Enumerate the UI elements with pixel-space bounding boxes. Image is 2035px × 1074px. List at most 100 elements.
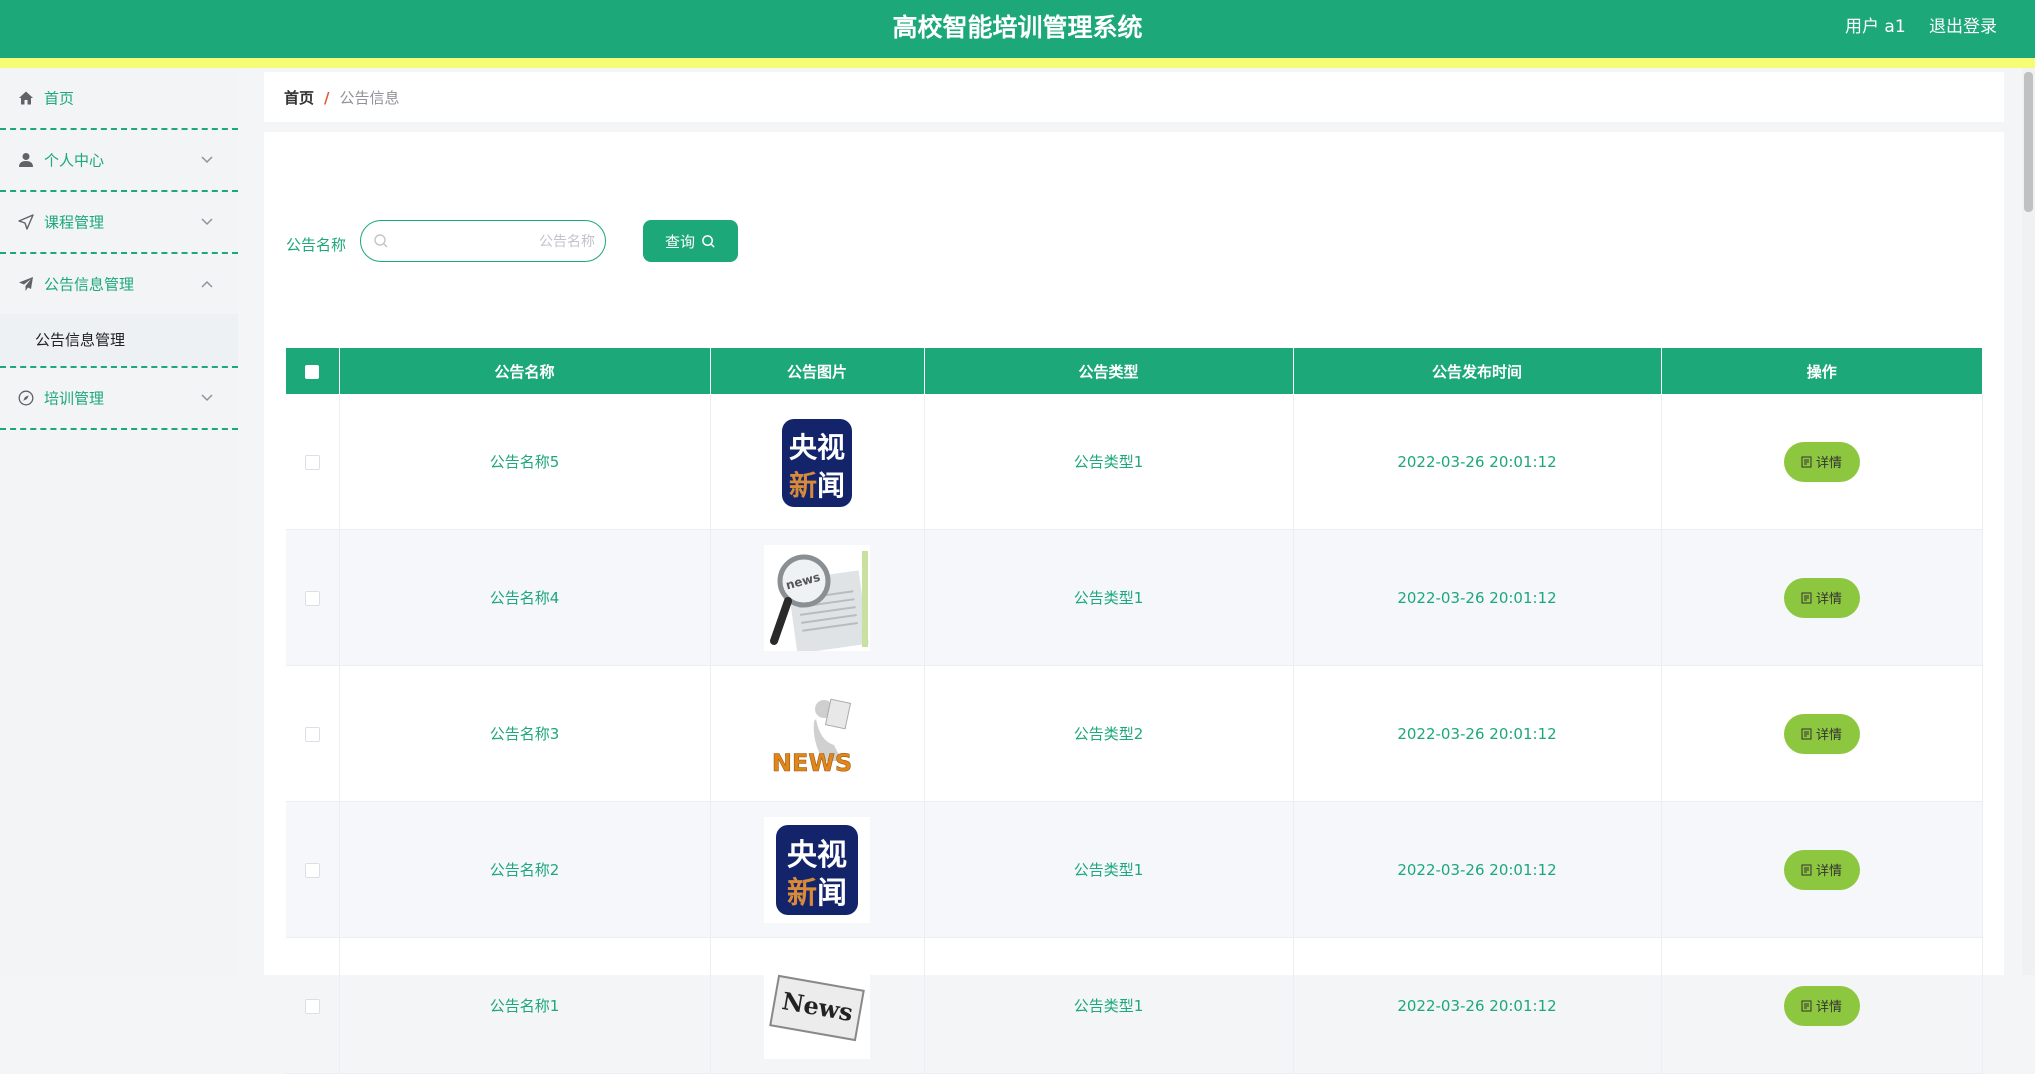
sidebar-item-label: 首页 [44,89,75,108]
action-cell: 详情 [1661,937,1983,1074]
row-select-cell [286,801,340,938]
navigation-icon [17,213,35,231]
detail-button[interactable]: 详情 [1783,849,1860,890]
notice-time-cell: 2022-03-26 20:01:12 [1293,529,1662,666]
notice-image-cell: 央视 新闻 [710,801,925,938]
action-cell: 详情 [1661,801,1983,938]
breadcrumb-home[interactable]: 首页 [284,89,314,107]
logo-text: 央视 [787,838,847,873]
sidebar-item-label: 培训管理 [44,389,105,408]
notice-time-cell: 2022-03-26 20:01:12 [1293,394,1662,530]
table-row: 公告名称5 央视 新闻 公告类型1 2022-03-26 20:01:12 详情 [286,394,1983,530]
detail-button-label: 详情 [1815,864,1842,879]
sidebar-item-label: 公告信息管理 [44,275,135,294]
query-button[interactable]: 查询 [643,220,738,262]
action-cell: 详情 [1661,665,1983,802]
notice-image-cell: news [710,529,925,666]
breadcrumb: 首页 / 公告信息 [284,87,400,108]
select-all-checkbox[interactable] [305,364,320,379]
sidebar-item-label: 个人中心 [44,151,105,170]
column-header: 公告发布时间 [1293,348,1662,394]
notice-name-cell: 公告名称1 [339,937,711,1074]
notice-name-cell: 公告名称4 [339,529,711,666]
page-scrollbar[interactable] [2022,68,2035,975]
chevron-down-icon [200,215,214,229]
detail-button-label: 详情 [1815,456,1842,471]
sidebar-item-home[interactable]: 首页 [0,68,238,130]
detail-button[interactable]: 详情 [1783,577,1860,618]
document-icon [1801,456,1812,467]
search-input[interactable] [393,229,597,255]
logo-text: 新闻 [787,876,847,911]
scrollbar-thumb[interactable] [2024,72,2033,212]
notice-time-cell: 2022-03-26 20:01:12 [1293,937,1662,1074]
notice-time-cell: 2022-03-26 20:01:12 [1293,665,1662,802]
notice-name-cell: 公告名称2 [339,801,711,938]
select-all-cell [286,348,340,394]
detail-button-label: 详情 [1815,592,1842,607]
detail-button[interactable]: 详情 [1783,713,1860,754]
search-label: 公告名称 [286,236,347,254]
news-paper-image: News [764,952,870,1059]
cctv-news-logo-image: 央视 新闻 [764,816,870,923]
document-icon [1801,728,1812,739]
compass-icon [17,389,35,407]
notice-name-cell: 公告名称3 [339,665,711,802]
row-select-cell [286,394,340,530]
detail-button[interactable]: 详情 [1783,985,1860,1026]
notice-image-cell: 央视 新闻 [710,394,925,530]
logo-text: 央视 [789,431,845,464]
table-row: 公告名称4 news 公告类型1 2022-03-26 20:01:12 详情 [286,529,1983,666]
notice-image-cell: News [710,937,925,1074]
action-cell: 详情 [1661,394,1983,530]
breadcrumb-current: 公告信息 [339,89,400,107]
detail-button-label: 详情 [1815,728,1842,743]
table-header-row: 公告名称 公告图片 公告类型 公告发布时间 操作 [286,348,1982,394]
sidebar-item-course-management[interactable]: 课程管理 [0,192,238,254]
sidebar-item-training-management[interactable]: 培训管理 [0,368,238,430]
document-icon [1801,864,1812,875]
row-select-cell [286,937,340,1074]
breadcrumb-bar: 首页 / 公告信息 [264,72,2004,122]
notice-type-cell: 公告类型2 [924,665,1294,802]
submenu-item-notice-management[interactable]: 公告信息管理 [0,314,238,368]
row-checkbox[interactable] [304,726,320,742]
notice-table: 公告名称 公告图片 公告类型 公告发布时间 操作 公告名称5 央视 新闻 公告类… [286,348,1983,1074]
document-icon [1801,592,1812,603]
notice-type-cell: 公告类型1 [924,937,1294,1074]
row-checkbox[interactable] [304,862,320,878]
send-icon [17,275,35,293]
detail-button-label: 详情 [1815,1000,1842,1015]
notice-type-cell: 公告类型1 [924,801,1294,938]
chevron-down-icon [200,153,214,167]
sidebar: 首页 个人中心 课程管理 公告信息管理 公告信息管理 培训管理 [0,68,238,975]
cctv-news-logo-image: 央视 新闻 [764,408,870,515]
header-accent-strip [0,58,2035,68]
table-row: 公告名称2 央视 新闻 公告类型1 2022-03-26 20:01:12 详情 [286,801,1983,938]
detail-button[interactable]: 详情 [1783,441,1860,482]
table-row: 公告名称1 News 公告类型1 2022-03-26 20:01:12 详情 [286,937,1983,1074]
logout-link[interactable]: 退出登录 [1929,12,1997,37]
row-checkbox[interactable] [304,998,320,1014]
row-select-cell [286,529,340,666]
search-icon [702,234,715,248]
content-panel: 公告名称 查询 公告名称 公告图片 公告类型 公告发布时间 操 [264,132,2004,1074]
row-select-cell [286,665,340,802]
sidebar-item-label: 课程管理 [44,213,105,232]
search-field[interactable] [360,220,606,262]
chevron-up-icon [200,277,214,291]
notice-type-cell: 公告类型1 [924,394,1294,530]
logo-text: 新闻 [789,469,845,502]
home-icon [17,89,35,107]
current-user-label: 用户 a1 [1845,17,1906,37]
top-header: 高校智能培训管理系统 用户 a1 退出登录 [0,0,2035,58]
user-icon [17,151,35,169]
action-cell: 详情 [1661,529,1983,666]
search-icon [373,233,389,249]
sidebar-item-personal-center[interactable]: 个人中心 [0,130,238,192]
row-checkbox[interactable] [304,454,320,470]
notice-time-cell: 2022-03-26 20:01:12 [1293,801,1662,938]
row-checkbox[interactable] [304,590,320,606]
sidebar-item-notice-management[interactable]: 公告信息管理 [0,254,238,314]
column-header: 公告图片 [710,348,925,394]
